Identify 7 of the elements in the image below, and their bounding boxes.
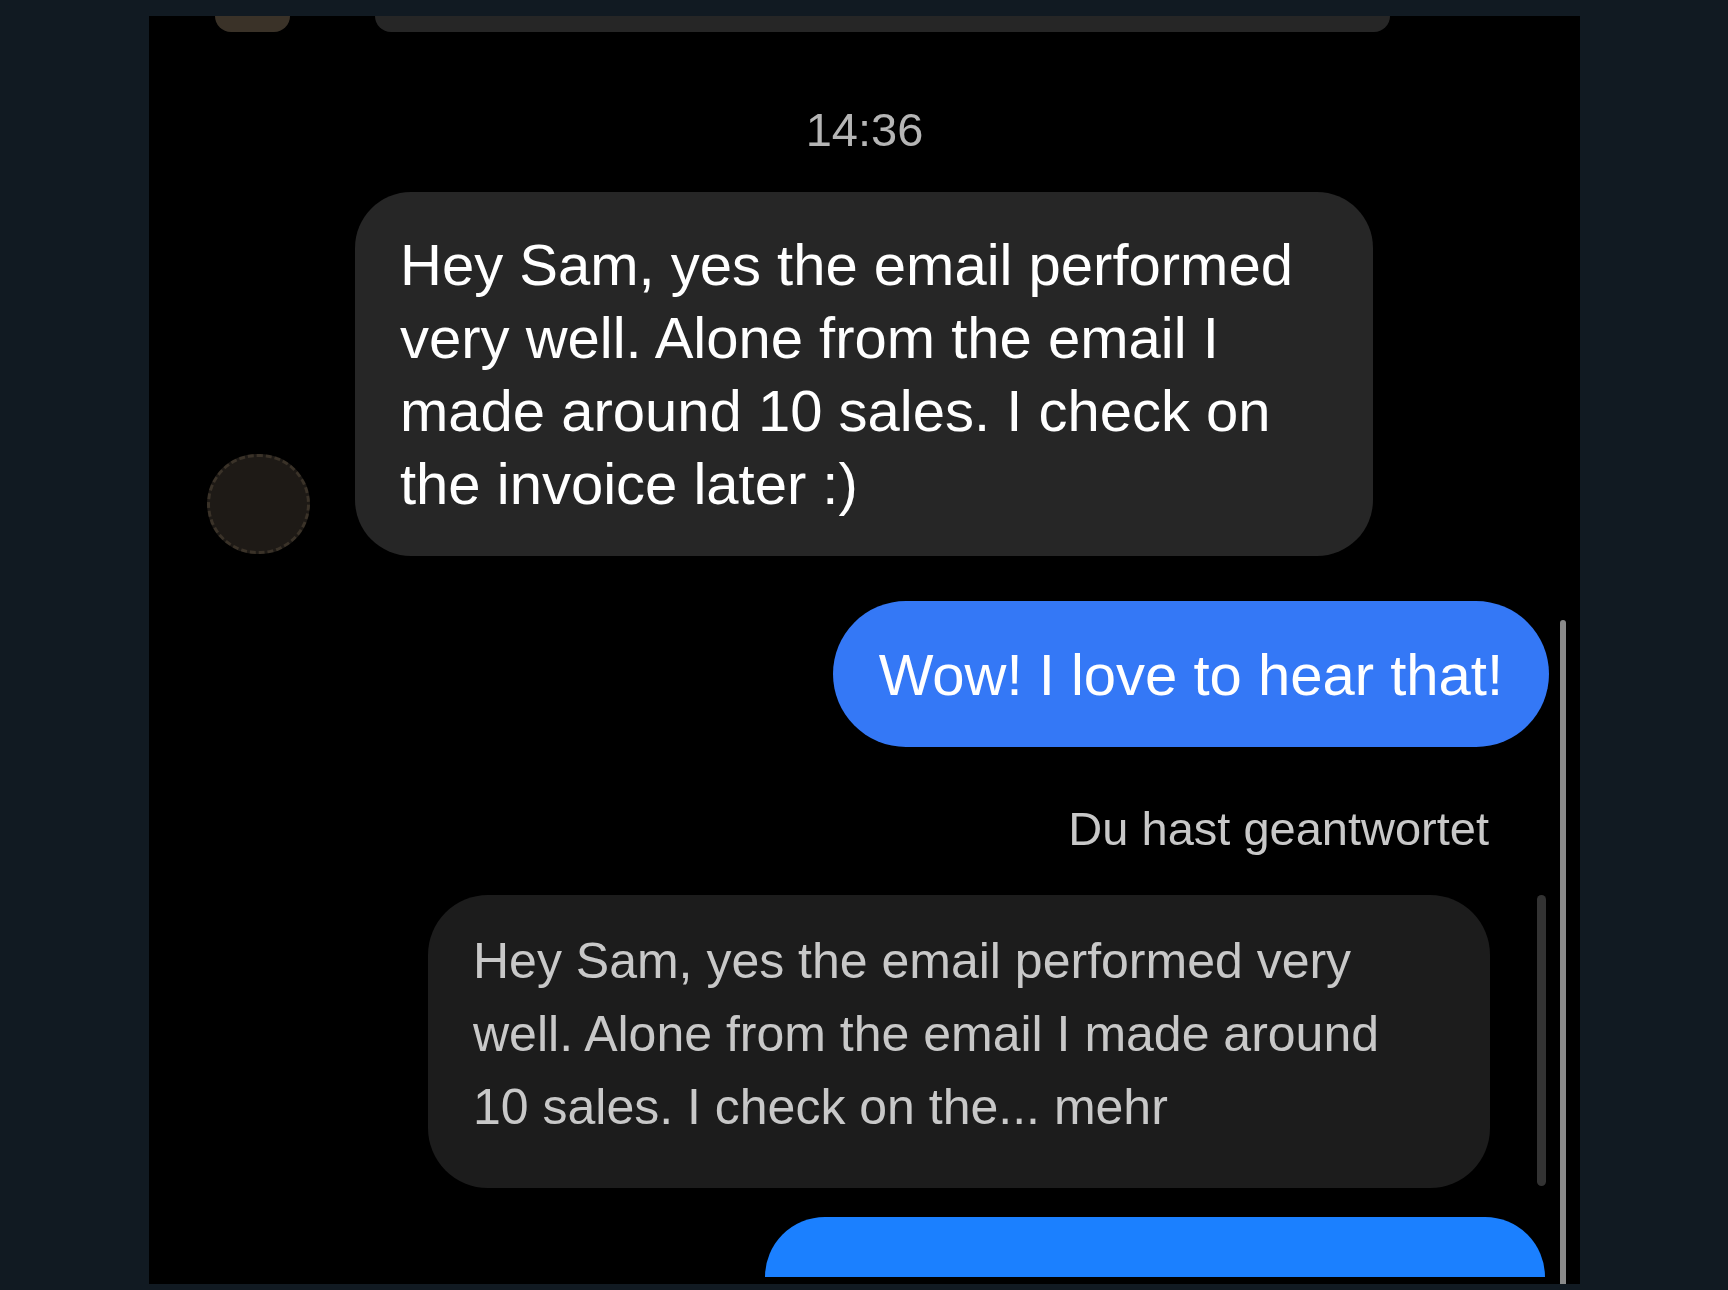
timestamp: 14:36 (805, 106, 924, 154)
message-bubble: Hey Sam, yes the email performed very well. Alone from the email I made around 10 sales. I check on the invoice later :) (355, 192, 1373, 556)
quoted-message: Hey Sam, yes the email performed very well. Alone from the email I made around 10 sales. I check on the... mehr (428, 895, 1490, 1188)
message-bubble: Wow! I love to hear that! (832, 601, 1549, 747)
scrollbar[interactable] (1560, 620, 1566, 1284)
quote-scrollbar[interactable] (1537, 895, 1546, 1186)
reply-label: Du hast geantwortet (1068, 805, 1489, 853)
